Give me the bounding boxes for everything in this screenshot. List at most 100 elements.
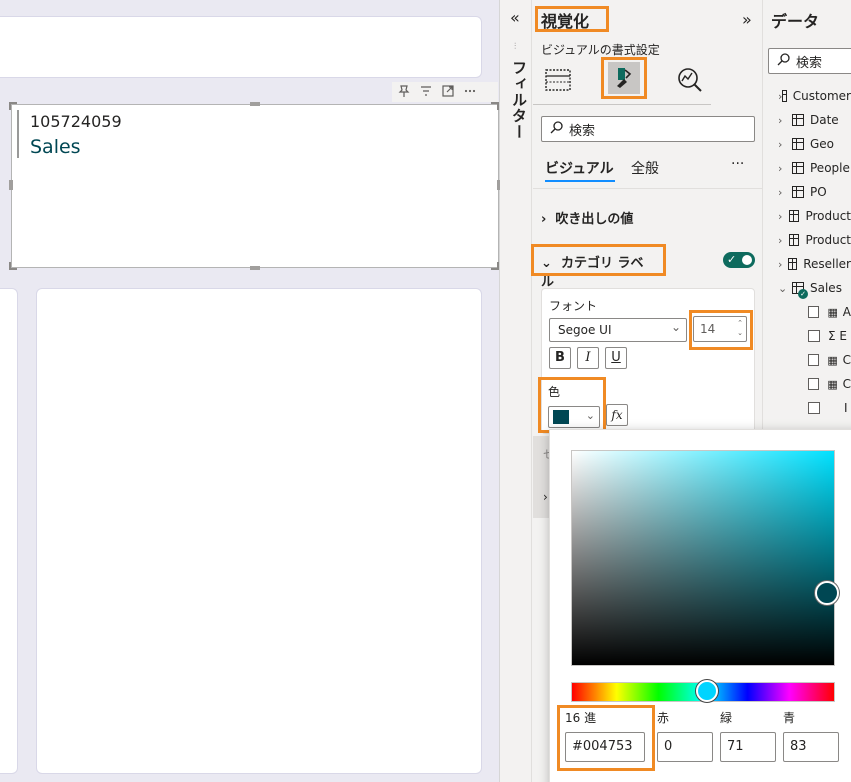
tree-table-sales[interactable]: ⌄ ✓ Sales [778,276,851,300]
tab-visual[interactable]: ビジュアル [545,158,614,178]
hue-slider-thumb[interactable] [696,680,718,702]
tree-table-date[interactable]: › Date [778,108,851,132]
font-size-highlight: 14 ⌃ ⌄ [689,310,753,350]
resize-handle-bottom[interactable] [250,266,260,270]
field-row[interactable]: ▦ A [808,300,851,324]
table-name: Reseller [803,257,851,271]
analytics-icon[interactable] [672,62,708,98]
green-input[interactable]: 71 [720,732,776,762]
more-options-button[interactable]: ··· [731,156,744,172]
tree-table-geo[interactable]: › Geo [778,132,851,156]
visual-placeholder-right[interactable] [36,288,482,774]
tree-table-people[interactable]: › People [778,156,851,180]
focus-mode-icon[interactable] [440,84,456,100]
filter-icon[interactable] [418,84,434,100]
field-row[interactable]: I [808,396,851,420]
build-visual-icon[interactable] [540,62,576,98]
table-icon [792,114,804,126]
table-icon [789,234,800,246]
tree-table-product[interactable]: › Product [778,204,851,228]
filters-pane-title[interactable]: フィルター [509,60,530,140]
conditional-formatting-button[interactable]: fx [606,404,628,426]
chevron-right-icon: › [778,137,783,151]
field-checkbox[interactable] [808,402,820,414]
resize-handle-left[interactable] [9,180,13,190]
color-dropdown[interactable]: ⌄ [548,406,600,428]
field-row[interactable]: ▦ C [808,348,851,372]
checkmark-icon: ✓ [727,253,737,266]
table-icon [792,138,804,150]
table-icon [788,258,798,270]
table-name: Customer [792,89,851,103]
hex-input[interactable]: #004753 [565,732,645,762]
italic-button[interactable]: I [577,347,599,369]
category-label-toggle[interactable]: ✓ [723,252,755,268]
saturation-value-thumb[interactable] [815,581,839,605]
check-badge-icon: ✓ [798,289,808,299]
blue-input[interactable]: 83 [783,732,839,762]
blue-field-group: 青 83 [783,709,839,762]
visualizations-title: 視覚化 [535,6,609,32]
chevron-down-icon: ⌄ [671,320,682,334]
ribbon-divider [533,104,711,105]
field-checkbox[interactable] [808,354,820,366]
field-row[interactable]: ▦ C [808,372,851,396]
visual-placeholder-top[interactable] [0,16,482,78]
chevron-right-icon[interactable]: › [543,490,548,504]
visual-header [392,82,498,102]
field-name: C [842,353,851,367]
table-name: Product [805,233,851,247]
pin-icon[interactable] [396,84,412,100]
data-field-tree: › Customer › Date › Geo › People › PO › Produc… [778,84,851,300]
filter-indicator-icon: ⫶ [514,42,517,52]
chevron-down-icon: ⌄ [778,281,788,295]
font-family-dropdown[interactable]: Segoe UI [549,318,687,342]
font-size-stepper[interactable]: 14 ⌃ ⌄ [693,316,747,342]
tree-table-reseller[interactable]: › Reseller [778,252,851,276]
format-visual-tab[interactable] [601,57,647,99]
visual-search-input[interactable]: 検索 [541,116,755,142]
bold-button[interactable]: B [549,347,571,369]
field-checkbox[interactable] [808,306,820,318]
more-options-icon[interactable] [462,84,478,100]
underline-button[interactable]: U [605,347,627,369]
red-input[interactable]: 0 [657,732,713,762]
resize-handle-top-right[interactable] [491,102,499,110]
chevron-right-icon: › [778,257,783,271]
kpi-value: 105724059 [30,112,122,131]
tabs-divider [533,188,763,189]
section-callout-value[interactable]: › 吹き出しの値 [541,208,633,227]
chevron-right-icon: › [778,185,783,199]
collapse-visualizations-icon[interactable]: » [742,10,752,29]
tree-table-customer[interactable]: › Customer [778,84,851,108]
field-checkbox[interactable] [808,378,820,390]
tab-general[interactable]: 全般 [631,158,659,178]
field-name: A [842,305,851,319]
color-label: 色 [548,385,561,399]
hex-field-group: 16 進 #004753 [557,705,655,771]
calculator-icon: ▦ [827,377,838,391]
resize-handle-bottom-left[interactable] [9,262,17,270]
visual-placeholder-left[interactable] [0,288,18,774]
expand-filters-icon[interactable]: « [510,8,520,27]
chevron-right-icon: › [778,233,783,247]
tree-table-product-2[interactable]: › Product [778,228,851,252]
chevron-right-icon: › [778,113,783,127]
resize-handle-top-left[interactable] [9,102,17,110]
data-search-input[interactable]: 検索 [768,48,851,74]
table-icon [789,210,800,222]
resize-handle-bottom-right[interactable] [491,262,499,270]
section-category-label[interactable]: ⌄ カテゴリ ラベル [531,244,666,290]
green-field-group: 緑 71 [720,709,776,762]
calculator-icon: ▦ [827,353,838,367]
chevron-right-icon: › [541,212,547,227]
field-row[interactable]: Σ E [808,324,851,348]
blue-label: 青 [783,711,796,725]
saturation-value-area[interactable] [571,450,835,666]
field-checkbox[interactable] [808,330,820,342]
stepper-arrows-icon[interactable]: ⌃ ⌄ [737,318,743,338]
resize-handle-top[interactable] [250,102,260,106]
hex-label: 16 進 [565,711,597,725]
tree-table-po[interactable]: › PO [778,180,851,204]
green-label: 緑 [720,711,733,725]
